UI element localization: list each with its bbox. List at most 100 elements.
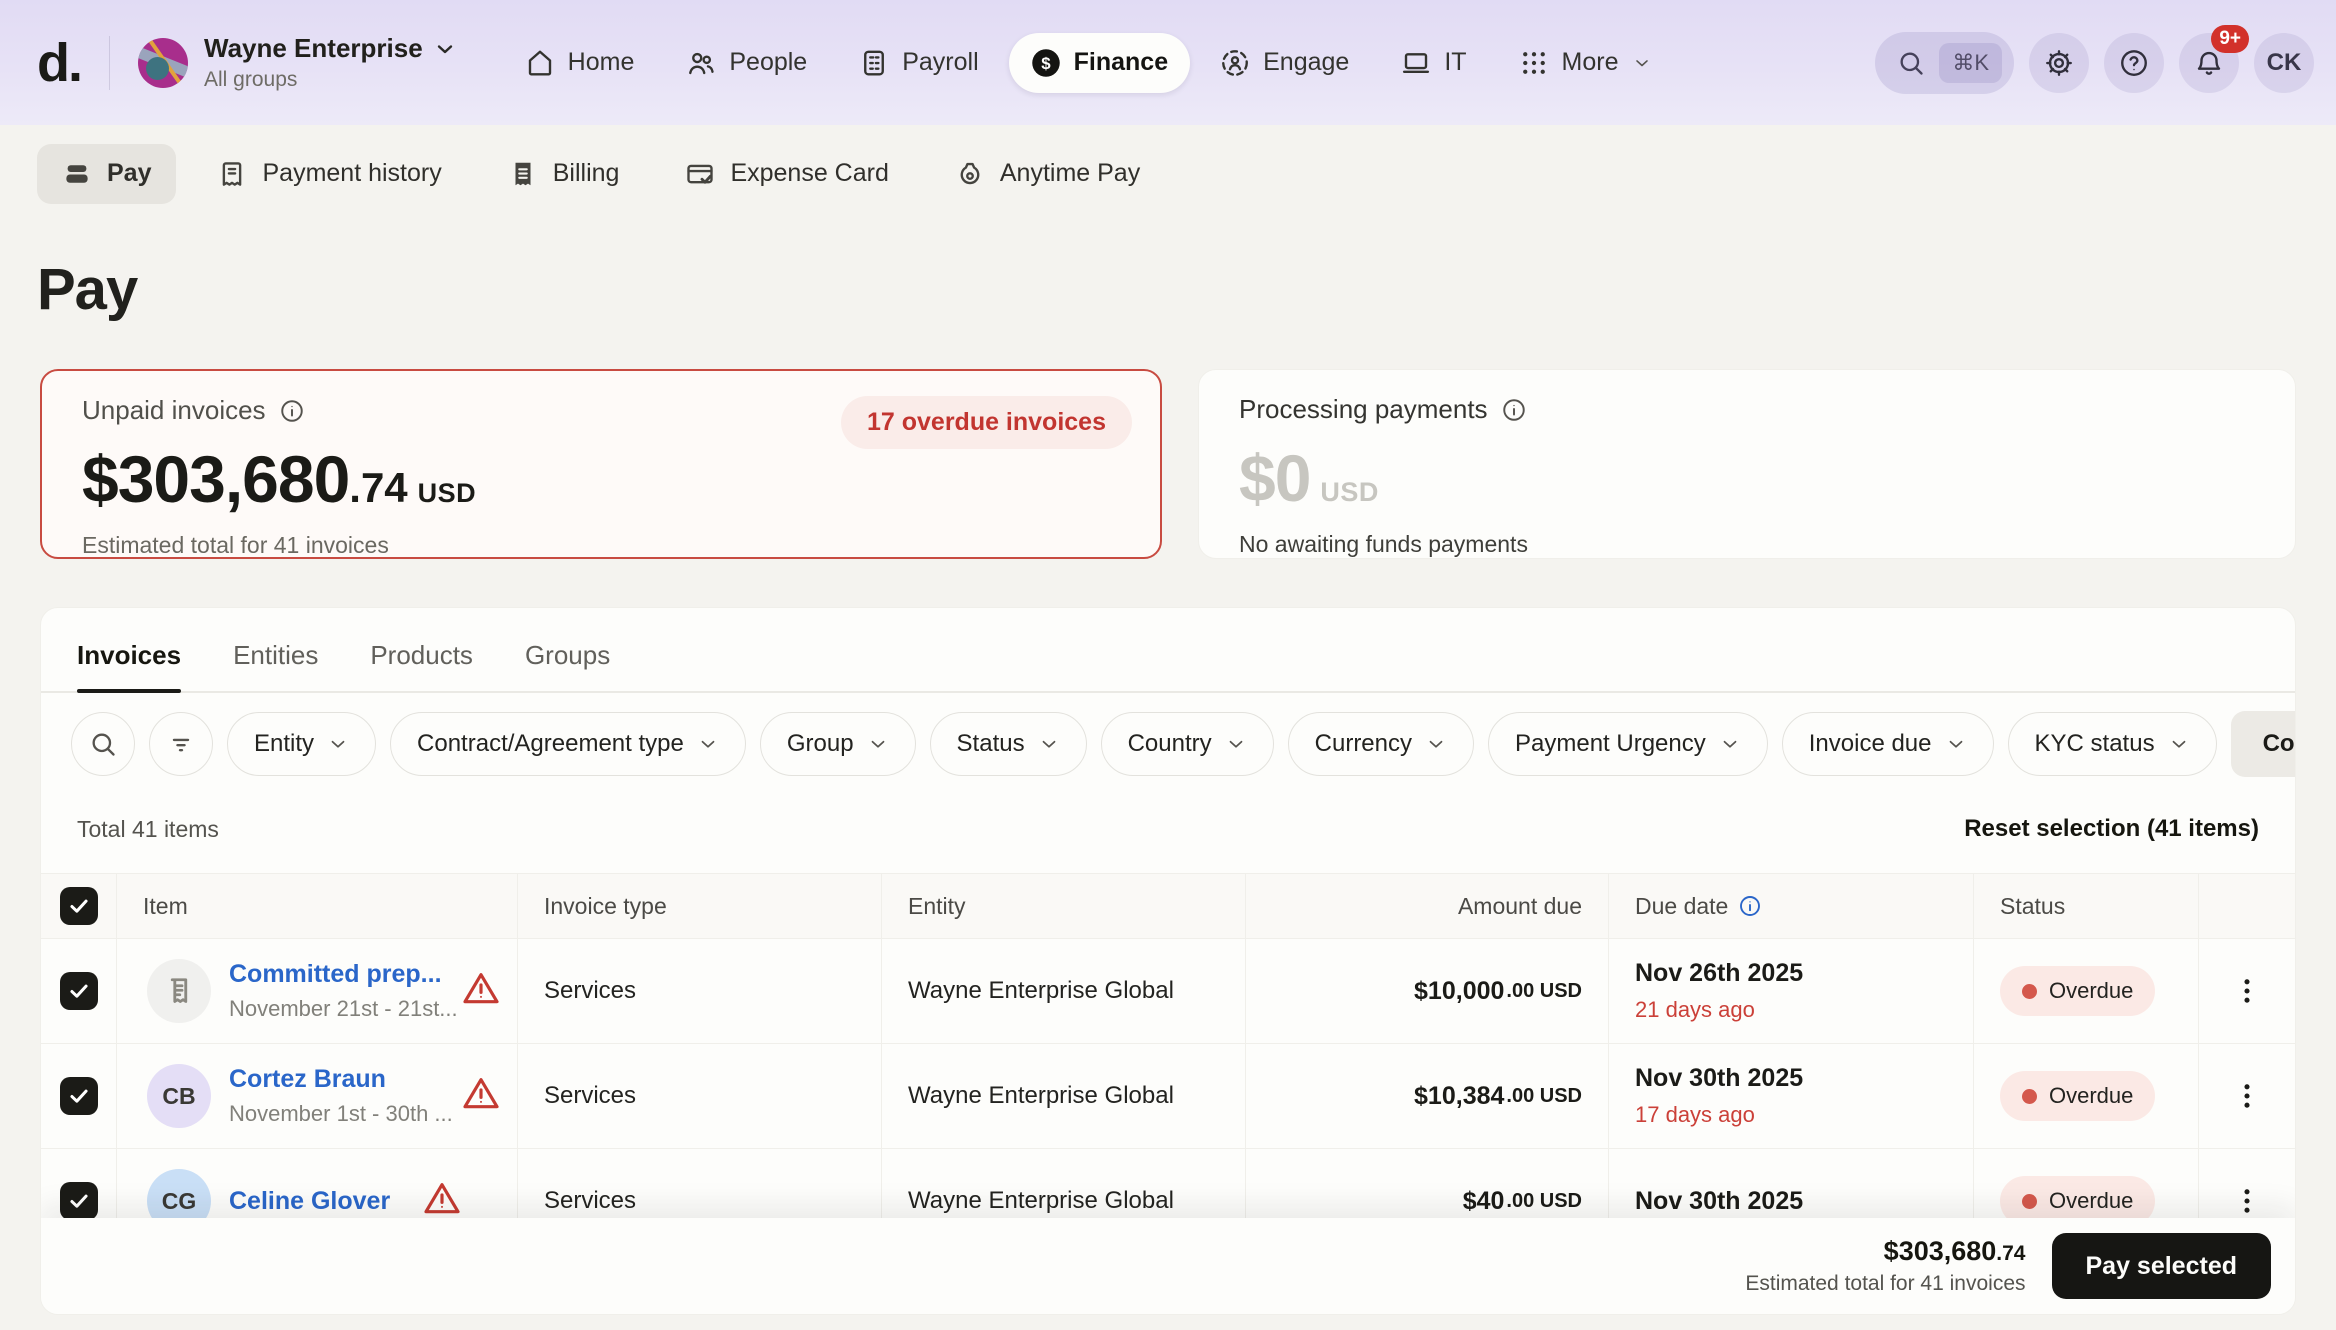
search-icon <box>89 730 117 758</box>
row-menu-button[interactable] <box>2230 1079 2264 1113</box>
reset-selection-button[interactable]: Reset selection (41 items) <box>1964 815 2259 843</box>
user-avatar[interactable]: CK <box>2254 33 2314 93</box>
filter-pill-invoice-due[interactable]: Invoice due <box>1782 712 1994 776</box>
item-text: Celine Glover <box>229 1187 390 1216</box>
filter-pill-currency[interactable]: Currency <box>1288 712 1474 776</box>
filter-button[interactable] <box>149 712 213 776</box>
filter-pill-payment-urgency[interactable]: Payment Urgency <box>1488 712 1768 776</box>
expense-icon <box>685 159 715 189</box>
filter-pill-entity[interactable]: Entity <box>227 712 376 776</box>
filter-pill-kyc-status[interactable]: KYC status <box>2008 712 2217 776</box>
nav-item-it[interactable]: IT <box>1379 33 1488 93</box>
row-checkbox-cell <box>41 1044 117 1148</box>
column-header-due-date: Due date <box>1609 874 1974 938</box>
footer-subtitle: Estimated total for 41 invoices <box>1745 1272 2025 1296</box>
table-row[interactable]: CB Cortez Braun November 1st - 30th ... … <box>41 1044 2295 1149</box>
row-checkbox[interactable] <box>60 1182 98 1220</box>
chevron-down-icon <box>1038 733 1060 755</box>
filter-pill-country[interactable]: Country <box>1101 712 1274 776</box>
due-date-cell: Nov 30th 2025 17 days ago <box>1609 1044 1974 1148</box>
check-icon <box>66 893 92 919</box>
subnav-label: Pay <box>107 159 151 188</box>
subnav-item-payment-history[interactable]: Payment history <box>192 144 466 204</box>
invoice-link[interactable]: Cortez Braun <box>229 1065 429 1094</box>
processing-currency: USD <box>1320 477 1379 508</box>
column-header-status: Status <box>1974 874 2199 938</box>
unpaid-amount: $303,680.74 USD <box>82 441 1120 517</box>
notifications-button[interactable]: 9+ <box>2179 33 2239 93</box>
unpaid-amount-main: $303,680 <box>82 441 349 517</box>
row-menu-button[interactable] <box>2230 974 2264 1008</box>
more-icon <box>1519 48 1549 78</box>
table-row[interactable]: Committed prep... November 21st - 21st..… <box>41 939 2295 1044</box>
tab-products[interactable]: Products <box>370 640 473 691</box>
status-dot <box>2022 1089 2037 1104</box>
status-badge: Overdue <box>2000 1071 2155 1121</box>
row-checkbox[interactable] <box>60 972 98 1010</box>
brand-divider <box>109 36 110 90</box>
filter-pill-label: Country <box>1128 730 1212 758</box>
status-dot <box>2022 984 2037 999</box>
subnav-item-anytime-pay[interactable]: Anytime Pay <box>930 144 1165 204</box>
row-menu-button[interactable] <box>2230 1184 2264 1218</box>
unpaid-subtitle: Estimated total for 41 invoices <box>82 532 1120 559</box>
configure-columns-button[interactable]: Configure columns <box>2231 711 2296 777</box>
footer-amount-fraction: .74 <box>1996 1242 2025 1265</box>
subnav-item-expense-card[interactable]: Expense Card <box>660 144 913 204</box>
settings-button[interactable] <box>2029 33 2089 93</box>
primary-nav: Home People Payroll $ Finance Engage IT … <box>503 33 1674 93</box>
info-icon[interactable] <box>279 398 305 424</box>
check-icon <box>66 978 92 1004</box>
overdue-invoices-badge[interactable]: 17 overdue invoices <box>841 396 1132 449</box>
search-button[interactable]: ⌘K <box>1875 32 2014 94</box>
invoice-link[interactable]: Committed prep... <box>229 960 429 989</box>
subnav-item-billing[interactable]: Billing <box>483 144 645 204</box>
select-all-cell <box>41 874 117 938</box>
invoice-type-cell: Services <box>518 939 882 1043</box>
subnav-label: Billing <box>553 159 620 188</box>
nav-item-payroll[interactable]: Payroll <box>837 33 1000 93</box>
item-text: Cortez Braun November 1st - 30th ... <box>229 1065 429 1127</box>
row-checkbox-cell <box>41 939 117 1043</box>
kebab-icon <box>2230 1184 2264 1218</box>
processing-subtitle: No awaiting funds payments <box>1239 531 2255 558</box>
chevron-down-icon <box>2168 733 2190 755</box>
filter-pill-contract-agreement-type[interactable]: Contract/Agreement type <box>390 712 746 776</box>
warning-icon-wrap[interactable] <box>461 1073 501 1120</box>
column-header-entity: Entity <box>882 874 1246 938</box>
check-icon <box>66 1083 92 1109</box>
status-cell: Overdue <box>1974 1044 2199 1148</box>
selection-summary-row: Total 41 items Reset selection (41 items… <box>41 799 2295 873</box>
row-checkbox[interactable] <box>60 1077 98 1115</box>
nav-item-finance[interactable]: $ Finance <box>1009 33 1190 93</box>
due-date-cell: Nov 26th 2025 21 days ago <box>1609 939 1974 1043</box>
info-icon[interactable] <box>1501 397 1527 423</box>
subnav-item-pay[interactable]: Pay <box>37 144 176 204</box>
nav-item-engage[interactable]: Engage <box>1198 33 1371 93</box>
tab-invoices[interactable]: Invoices <box>77 640 181 691</box>
warning-icon-wrap[interactable] <box>461 968 501 1015</box>
home-icon <box>525 48 555 78</box>
select-all-checkbox[interactable] <box>60 887 98 925</box>
table-search-button[interactable] <box>71 712 135 776</box>
help-button[interactable] <box>2104 33 2164 93</box>
tab-entities[interactable]: Entities <box>233 640 318 691</box>
nav-item-home[interactable]: Home <box>503 33 657 93</box>
deel-logo[interactable]: d. <box>37 32 81 94</box>
company-selector[interactable]: Wayne Enterprise All groups <box>138 33 457 92</box>
column-header-actions <box>2199 874 2295 938</box>
nav-item-more[interactable]: More <box>1497 33 1674 93</box>
filter-pill-status[interactable]: Status <box>930 712 1087 776</box>
processing-payments-card: Processing payments $0 USD No awaiting f… <box>1198 369 2296 559</box>
company-subtitle: All groups <box>204 68 457 92</box>
tab-groups[interactable]: Groups <box>525 640 610 691</box>
search-icon <box>1897 49 1925 77</box>
nav-item-people[interactable]: People <box>664 33 829 93</box>
pay-selected-button[interactable]: Pay selected <box>2052 1233 2272 1299</box>
unpaid-invoices-title: Unpaid invoices <box>82 395 266 426</box>
filter-pill-label: Contract/Agreement type <box>417 730 684 758</box>
processing-payments-title: Processing payments <box>1239 394 1488 425</box>
invoice-link[interactable]: Celine Glover <box>229 1187 390 1216</box>
filter-pill-group[interactable]: Group <box>760 712 916 776</box>
footer-total: $303,680.74 Estimated total for 41 invoi… <box>1745 1236 2025 1296</box>
